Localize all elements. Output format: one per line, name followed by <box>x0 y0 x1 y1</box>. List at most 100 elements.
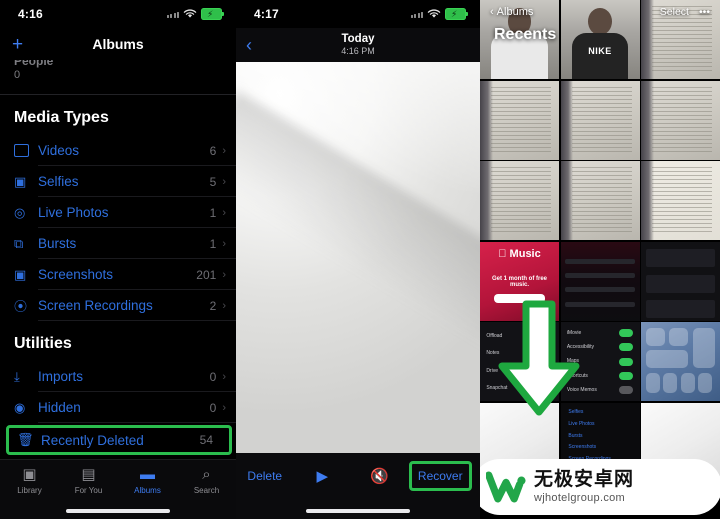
albums-navbar: + Albums <box>0 28 236 60</box>
phone-screen-albums: 4:16 ⚡ + Albums People 0 Media Types Vid… <box>0 0 236 519</box>
recover-button[interactable]: Recover <box>408 461 472 491</box>
row-count: 6 <box>209 143 217 158</box>
page-title: Albums <box>92 36 144 52</box>
photo-thumb-document-5[interactable] <box>480 161 559 240</box>
page-title: Recents <box>494 26 557 43</box>
screen-recording-icon: ⦿ <box>14 299 28 314</box>
home-indicator <box>66 509 170 513</box>
tab-for-you[interactable]: ▤ For You <box>59 467 118 496</box>
selfie-portrait-icon: ▣ <box>14 173 27 189</box>
hidden-eye-icon: ◉ <box>14 399 26 415</box>
watermark-en-text: wjhotelgroup.com <box>534 492 626 504</box>
wifi-icon <box>427 9 441 18</box>
chevron-right-icon: › <box>222 401 226 414</box>
status-bar-panel1: 4:16 ⚡ <box>0 0 236 28</box>
row-videos[interactable]: Videos 6 › <box>0 135 236 166</box>
tab-search[interactable]: ⌕ Search <box>177 467 236 496</box>
row-label: Screen Recordings <box>38 298 153 313</box>
back-button[interactable]: ‹ <box>246 35 252 56</box>
live-photo-icon: ◎ <box>14 204 26 220</box>
row-label: Live Photos <box>38 205 109 220</box>
chevron-left-icon: ‹ <box>490 6 494 18</box>
row-label: Selfies <box>38 174 79 189</box>
home-indicator <box>306 509 410 513</box>
green-down-arrow-icon <box>498 300 580 416</box>
select-button[interactable]: Select <box>660 6 689 18</box>
row-recently-deleted[interactable]: 🗑 Recently Deleted 54 <box>6 425 232 455</box>
status-time: 4:16 <box>18 7 43 21</box>
utilities-list: ⤓ Imports 0 › ◉ Hidden 0 › 🗑 Recently De… <box>0 361 236 455</box>
battery-charging-icon: ⚡ <box>201 8 224 20</box>
screenshot-root: 4:16 ⚡ + Albums People 0 Media Types Vid… <box>0 0 720 519</box>
row-screenshots[interactable]: ▣ Screenshots 201 › <box>0 259 236 290</box>
albums-icon: ▬ <box>140 466 155 483</box>
play-button[interactable]: ▶ <box>294 463 352 489</box>
photo-thumb-document-4[interactable] <box>641 80 720 160</box>
more-options-icon[interactable]: ••• <box>699 6 710 18</box>
tab-label: Library <box>17 486 42 495</box>
tab-library[interactable]: ▣ Library <box>0 466 59 496</box>
row-label: Screenshots <box>38 267 114 282</box>
w-logo-icon <box>486 471 526 503</box>
mute-button[interactable]: 🔇 <box>351 463 409 489</box>
media-types-header: Media Types <box>14 109 109 126</box>
delete-button[interactable]: Delete <box>236 463 294 489</box>
signal-dots-icon <box>166 10 179 18</box>
bursts-icon: ⧉ <box>14 235 24 251</box>
phone-screen-recents:  Music Get 1 month of free music. Offlo… <box>480 0 720 519</box>
tab-label: Albums <box>134 486 161 495</box>
screenshot-icon: ▣ <box>14 266 27 282</box>
row-screen-recordings[interactable]: ⦿ Screen Recordings 2 › <box>0 290 236 321</box>
media-types-list: Videos 6 › ▣ Selfies 5 › ◎ Live Photos 1… <box>0 135 236 321</box>
photo-thumb-apple-one[interactable] <box>641 241 720 321</box>
row-count: 0 <box>209 369 217 384</box>
row-label: Bursts <box>38 236 77 251</box>
row-selfies[interactable]: ▣ Selfies 5 › <box>0 166 236 197</box>
status-time: 4:17 <box>254 7 279 21</box>
status-bar-panel2: 4:17 ⚡ <box>236 0 480 28</box>
watermark-cn-text: 无极安卓网 <box>534 469 635 490</box>
photo-preview[interactable] <box>236 62 480 463</box>
row-hidden[interactable]: ◉ Hidden 0 › <box>0 392 236 423</box>
photo-thumb-document-3[interactable] <box>560 80 640 160</box>
recents-navbar: ‹ Albums Select ••• Recents <box>480 0 720 60</box>
apple-music-subtitle: Get 1 month of free music. <box>491 276 547 289</box>
chevron-right-icon: › <box>222 299 226 312</box>
people-count: 0 <box>14 69 21 81</box>
row-count: 2 <box>209 298 217 313</box>
row-count: 5 <box>209 174 217 189</box>
row-live-photos[interactable]: ◎ Live Photos 1 › <box>0 197 236 228</box>
row-label: Imports <box>38 369 84 384</box>
thumb-row-label: Screenshots <box>568 444 597 451</box>
row-count: 0 <box>209 400 217 415</box>
row-label: Recently Deleted <box>41 432 144 448</box>
photo-thumb-control-center[interactable] <box>641 322 720 401</box>
chevron-right-icon: › <box>222 206 226 219</box>
add-album-button[interactable]: + <box>12 35 23 54</box>
trash-icon: 🗑 <box>17 432 34 447</box>
tab-albums[interactable]: ▬ Albums <box>118 466 177 496</box>
thumb-row-label: Bursts <box>568 432 583 439</box>
row-label: Hidden <box>38 400 81 415</box>
phone-screen-photo-viewer: 4:17 ⚡ ‹ Today 4:16 PM Delete ▶ 🔇 Recove… <box>236 0 480 519</box>
photo-grid:  Music Get 1 month of free music. Offlo… <box>480 0 720 519</box>
tab-label: Search <box>193 486 220 495</box>
tab-label: For You <box>74 486 103 495</box>
library-icon: ▣ <box>22 466 37 483</box>
photo-navbar: ‹ Today 4:16 PM <box>236 28 480 62</box>
chevron-right-icon: › <box>222 144 226 157</box>
battery-charging-icon: ⚡ <box>445 8 468 20</box>
back-to-albums-button[interactable]: ‹ Albums <box>490 6 533 18</box>
status-indicators: ⚡ <box>166 8 224 20</box>
import-icon: ⤓ <box>14 368 20 384</box>
people-section[interactable]: People 0 <box>0 60 236 90</box>
row-bursts[interactable]: ⧉ Bursts 1 › <box>0 228 236 259</box>
photo-date: Today <box>341 33 375 45</box>
photo-thumb-form[interactable] <box>641 161 720 240</box>
chevron-right-icon: › <box>222 175 226 188</box>
row-count: 201 <box>196 267 217 282</box>
chevron-right-icon: › <box>222 268 226 281</box>
photo-thumb-document-6[interactable] <box>560 161 640 240</box>
row-imports[interactable]: ⤓ Imports 0 › <box>0 361 236 392</box>
photo-thumb-document-2[interactable] <box>480 80 559 160</box>
